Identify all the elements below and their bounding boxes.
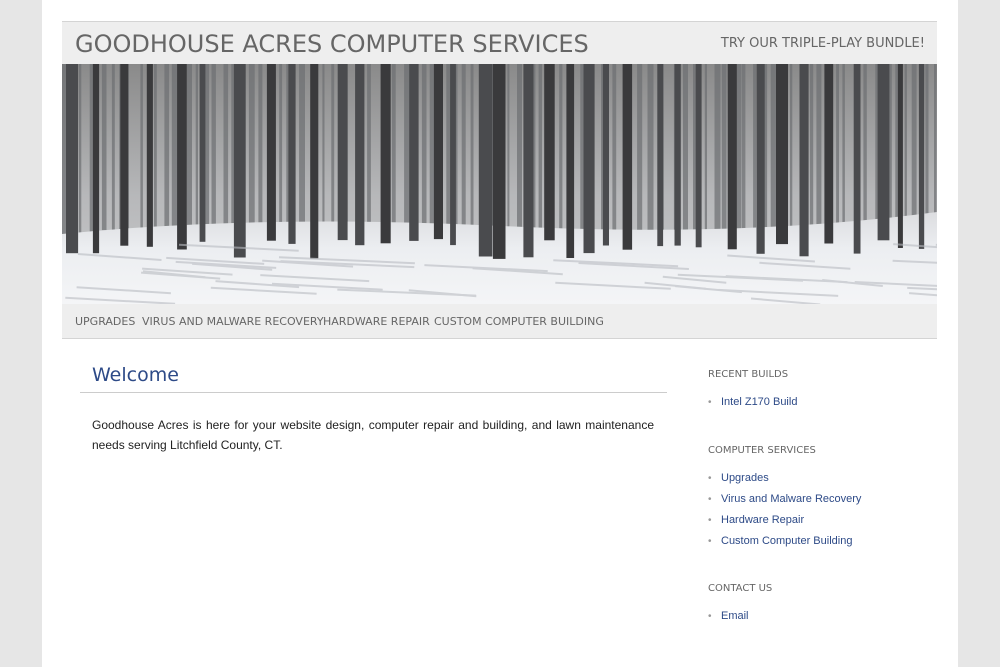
list-item: • Virus and Malware Recovery [708,489,861,510]
bullet-icon: • [708,397,712,408]
list-item: • Email [708,606,749,627]
list-item: • Hardware Repair [708,510,861,531]
list-item: • Upgrades [708,468,861,489]
page-container: GOODHOUSE ACRES COMPUTER SERVICES TRY OU… [42,0,958,667]
bullet-icon: • [708,515,712,526]
welcome-paragraph: Goodhouse Acres is here for your website… [92,418,654,452]
contact-us-list: • Email [708,606,749,627]
site-header: GOODHOUSE ACRES COMPUTER SERVICES TRY OU… [62,21,937,64]
header-banner-image [62,64,937,304]
computer-services-list: • Upgrades • Virus and Malware Recovery • H… [708,468,861,552]
bullet-icon: • [708,494,712,505]
recent-builds-heading: RECENT BUILDS [708,369,789,380]
service-link-upgrades[interactable]: Upgrades [721,472,769,484]
recent-builds-list: • Intel Z170 Build [708,392,797,413]
nav-item-hardware-repair[interactable]: HARDWARE REPAIR [323,315,430,328]
bullet-icon: • [708,473,712,484]
page-title: Welcome [92,364,179,386]
site-title[interactable]: GOODHOUSE ACRES COMPUTER SERVICES [75,30,589,58]
nav-item-virus-malware-recovery[interactable]: VIRUS AND MALWARE RECOVERY [142,315,324,328]
title-divider [80,392,667,393]
bullet-icon: • [708,611,712,622]
recent-build-link[interactable]: Intel Z170 Build [721,396,797,408]
nav-item-upgrades[interactable]: UPGRADES [75,315,135,328]
service-link-custom-building[interactable]: Custom Computer Building [721,535,852,547]
list-item: • Intel Z170 Build [708,392,797,413]
winter-forest-image [62,64,937,304]
site-tagline: TRY OUR TRIPLE-PLAY BUNDLE! [720,36,925,51]
email-link[interactable]: Email [721,610,749,622]
contact-us-heading: CONTACT US [708,583,773,594]
main-navigation: UPGRADES VIRUS AND MALWARE RECOVERY HARD… [62,304,937,339]
bullet-icon: • [708,536,712,547]
nav-item-custom-computer-building[interactable]: CUSTOM COMPUTER BUILDING [434,315,604,328]
computer-services-heading: COMPUTER SERVICES [708,445,816,456]
service-link-virus-malware[interactable]: Virus and Malware Recovery [721,493,861,505]
list-item: • Custom Computer Building [708,531,861,552]
service-link-hardware-repair[interactable]: Hardware Repair [721,514,804,526]
